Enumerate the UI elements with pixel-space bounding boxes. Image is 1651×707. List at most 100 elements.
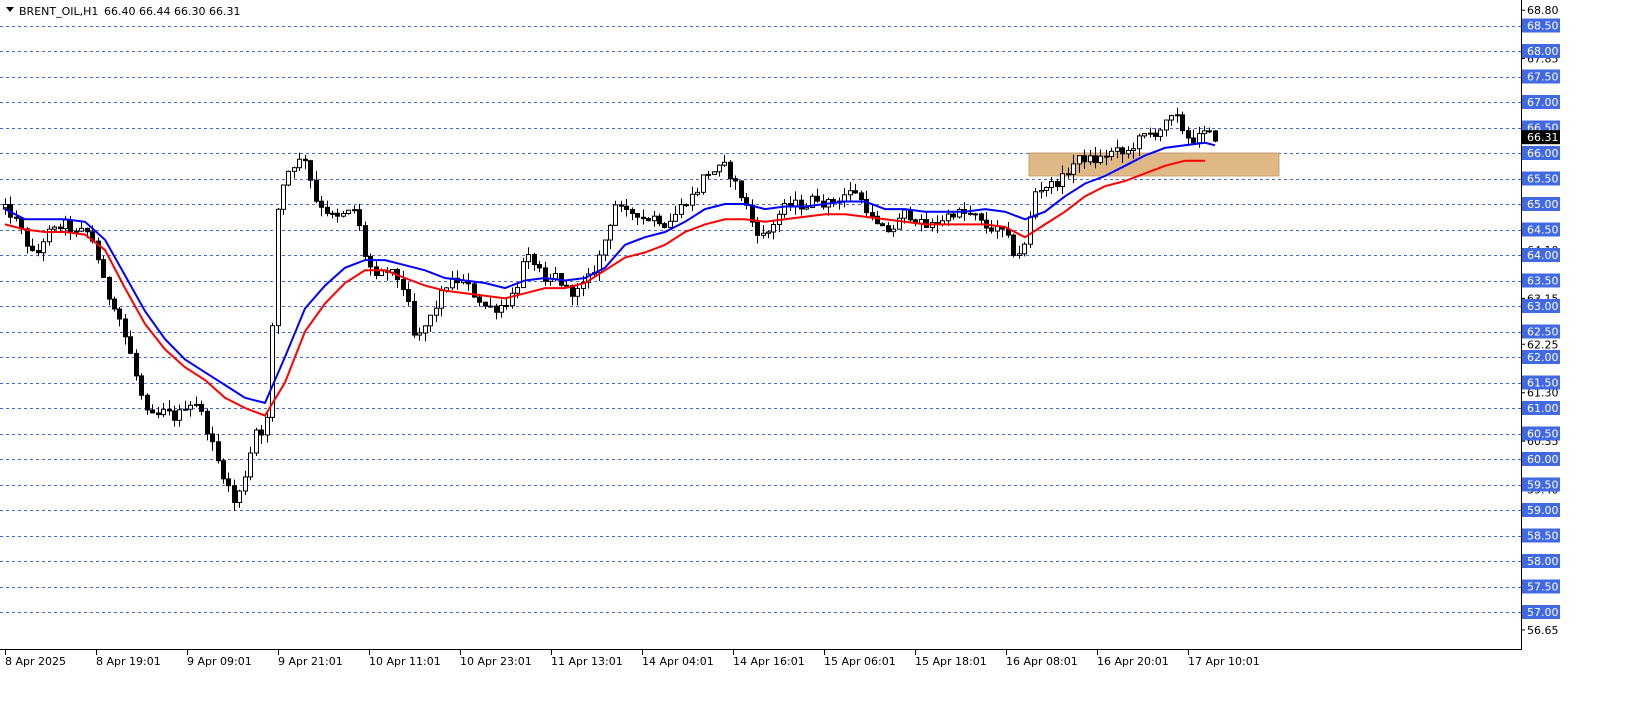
- candle-body-bear: [989, 227, 994, 232]
- candle-body-bull: [957, 208, 962, 218]
- candle: [957, 207, 962, 219]
- price-level-label[interactable]: 61.00: [1522, 401, 1560, 415]
- price-level-label[interactable]: 67.00: [1522, 95, 1560, 109]
- price-level-label-text: 57.50: [1527, 581, 1559, 594]
- candle-body-bull: [341, 213, 346, 217]
- candle-body-bull: [1164, 119, 1169, 131]
- candle-body-bull: [1028, 216, 1033, 245]
- price-level-label-text: 58.00: [1527, 555, 1559, 568]
- price-level-label[interactable]: 65.50: [1522, 171, 1560, 186]
- candle-body-bull: [1022, 243, 1027, 255]
- candle-body-bull: [1169, 115, 1174, 121]
- candle-body-bear: [494, 305, 499, 313]
- price-level-label[interactable]: 57.50: [1522, 579, 1560, 594]
- price-level-label[interactable]: 63.50: [1522, 273, 1560, 288]
- candle-body-bull: [919, 219, 924, 224]
- candle-body-bear: [112, 298, 117, 310]
- price-level-label-text: 59.50: [1527, 479, 1559, 492]
- candle-body-bull: [52, 226, 57, 230]
- candle: [1011, 233, 1016, 258]
- price-level-label-text: 61.50: [1527, 377, 1559, 390]
- price-level-label[interactable]: 57.00: [1522, 605, 1560, 619]
- candle-body-bear: [646, 218, 651, 222]
- candle-body-bull: [1131, 148, 1136, 151]
- time-tick-label: 10 Apr 11:01: [369, 655, 441, 668]
- candle-body-bear: [624, 205, 629, 211]
- candle-body-bear: [1082, 155, 1087, 163]
- candle-body-bull: [1175, 114, 1180, 117]
- time-tick-label: 8 Apr 2025: [5, 655, 66, 668]
- price-level-label-text: 62.00: [1527, 351, 1559, 364]
- candle-body-bull: [63, 219, 68, 230]
- time-tick-label: 9 Apr 09:01: [187, 655, 252, 668]
- current-price-label[interactable]: 66.31: [1522, 130, 1560, 145]
- candle-body-bear: [886, 225, 891, 233]
- price-level-label[interactable]: 58.50: [1522, 528, 1560, 543]
- candle-body-bull: [946, 213, 951, 222]
- price-level-label[interactable]: 67.50: [1522, 69, 1560, 84]
- candle-body-bear: [156, 412, 161, 416]
- price-level-label[interactable]: 68.50: [1522, 18, 1560, 33]
- candle-body-bull: [1158, 129, 1163, 137]
- candle-body-bear: [117, 308, 122, 320]
- candle-body-bull: [1077, 155, 1082, 165]
- price-level-label[interactable]: 64.00: [1522, 248, 1560, 262]
- price-level-label[interactable]: 66.00: [1522, 146, 1560, 160]
- price-tick-label: 56.65: [1527, 624, 1559, 637]
- candle: [254, 427, 259, 457]
- candle-body-bull: [183, 408, 188, 411]
- price-level-label[interactable]: 68.00: [1522, 44, 1560, 58]
- candle: [1022, 242, 1027, 257]
- price-level-label[interactable]: 59.00: [1522, 503, 1560, 517]
- candle-body-bull: [3, 204, 8, 209]
- time-tick-label: 10 Apr 23:01: [460, 655, 532, 668]
- zone-layer: [1028, 152, 1280, 177]
- price-level-label[interactable]: 65.00: [1522, 197, 1560, 211]
- candle-body-bull: [526, 254, 531, 263]
- candle-body-bear: [859, 192, 864, 201]
- candle-body-bull: [297, 158, 302, 169]
- candle-body-bear: [30, 245, 35, 252]
- ohlc-values: 66.40 66.44 66.30 66.31: [104, 5, 240, 18]
- candle-body-bear: [85, 227, 90, 233]
- candle-body-bull: [1049, 181, 1054, 188]
- price-level-label-text: 63.50: [1527, 275, 1559, 288]
- candle: [613, 200, 618, 226]
- candle: [712, 171, 717, 175]
- price-level-label[interactable]: 62.50: [1522, 324, 1560, 339]
- price-level-label[interactable]: 61.50: [1522, 375, 1560, 390]
- price-level-label[interactable]: 60.00: [1522, 452, 1560, 466]
- candle-body-bear: [401, 279, 406, 291]
- candle-body-bull: [248, 452, 253, 478]
- candle: [521, 257, 526, 289]
- candle-body-bear: [1180, 114, 1185, 132]
- candle-body-bear: [1213, 130, 1218, 142]
- price-level-label[interactable]: 58.00: [1522, 554, 1560, 568]
- candle-body-bull: [673, 213, 678, 222]
- candle-body-bear: [755, 221, 760, 236]
- price-level-label[interactable]: 59.50: [1522, 477, 1560, 492]
- candle-body-bear: [406, 289, 411, 302]
- time-tick-label: 14 Apr 16:01: [733, 655, 805, 668]
- candle: [139, 373, 144, 400]
- price-level-label-text: 65.00: [1527, 198, 1559, 211]
- candle-body-bull: [722, 161, 727, 166]
- candle-body-bear: [232, 485, 237, 503]
- price-level-label[interactable]: 62.00: [1522, 350, 1560, 364]
- candle-body-bear: [412, 300, 417, 336]
- price-level-label[interactable]: 60.50: [1522, 426, 1560, 441]
- candle-body-bear: [335, 212, 340, 217]
- symbol-header: BRENT_OIL,H1 66.40 66.44 66.30 66.31: [6, 5, 240, 18]
- candle: [701, 174, 706, 195]
- candle-body-bear: [139, 375, 144, 396]
- price-level-label[interactable]: 63.00: [1522, 299, 1560, 313]
- price-tick-label: 68.80: [1527, 4, 1559, 17]
- price-chart[interactable]: 68.8067.8564.1063.1562.2561.3060.3559.40…: [0, 0, 1651, 707]
- candle-body-bear: [728, 161, 733, 180]
- candle-body-bear: [1153, 132, 1158, 137]
- candle-body-bull: [771, 224, 776, 233]
- price-level-label[interactable]: 64.50: [1522, 222, 1560, 237]
- candle-body-bull: [553, 273, 558, 280]
- price-level-label-text: 63.00: [1527, 300, 1559, 313]
- price-level-label-text: 67.50: [1527, 71, 1559, 84]
